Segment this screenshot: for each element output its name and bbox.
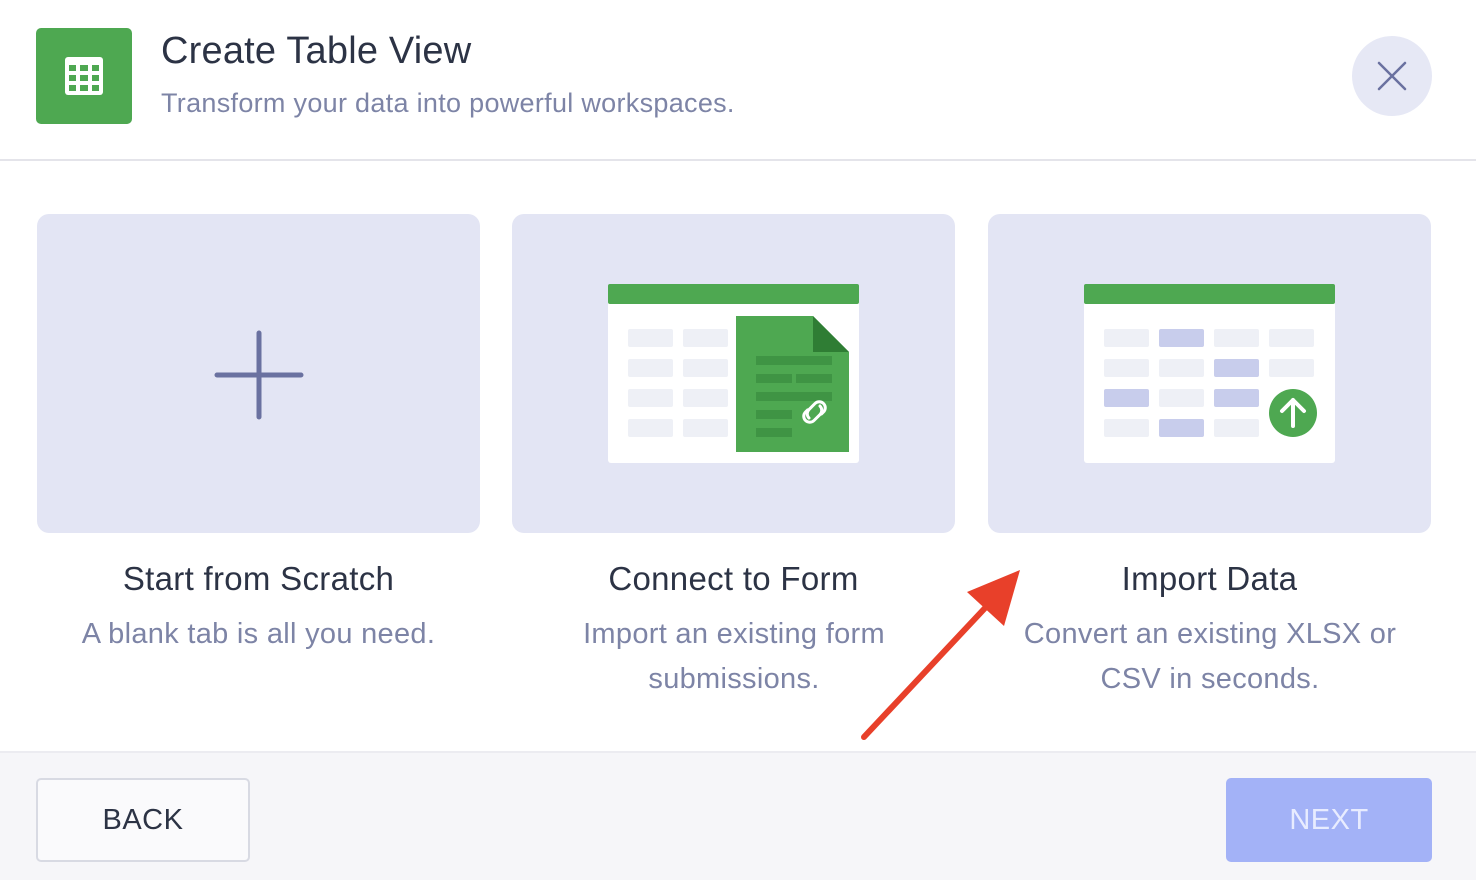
option-card-import-data[interactable] xyxy=(988,214,1431,533)
next-button[interactable]: NEXT xyxy=(1226,778,1432,862)
option-title-start-from-scratch: Start from Scratch xyxy=(122,560,395,597)
modal-title: Create Table View xyxy=(161,30,472,72)
modal-subtitle: Transform your data into powerful worksp… xyxy=(161,88,735,118)
option-title-import-data: Import Data xyxy=(1121,560,1298,597)
table-grid-icon xyxy=(36,28,132,124)
close-icon xyxy=(1377,61,1407,91)
close-button[interactable] xyxy=(1352,36,1432,116)
option-desc-import-data: Convert an existing XLSX or CSV in secon… xyxy=(1023,618,1397,695)
back-button[interactable]: BACK xyxy=(36,778,250,862)
option-desc-start-from-scratch: A blank tab is all you need. xyxy=(81,618,436,650)
modal-header: Create Table View Transform your data in… xyxy=(0,0,1476,161)
option-card-connect-to-form[interactable] xyxy=(512,214,955,533)
option-title-connect-to-form: Connect to Form xyxy=(608,560,859,597)
option-desc-connect-to-form: Import an existing form submissions. xyxy=(583,618,885,695)
table-upload-icon xyxy=(1084,284,1335,463)
plus-icon xyxy=(214,330,304,420)
form-sheet-link-icon xyxy=(608,284,859,463)
option-card-start-from-scratch[interactable] xyxy=(37,214,480,533)
